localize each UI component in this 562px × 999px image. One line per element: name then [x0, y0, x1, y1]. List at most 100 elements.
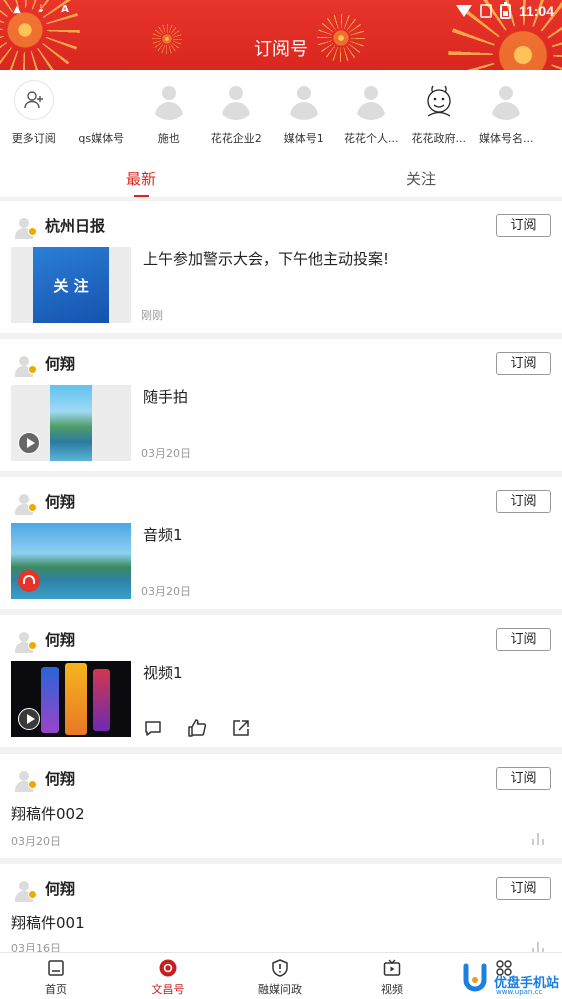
avatar: 大V [81, 80, 122, 120]
feed-card[interactable]: 何翔 订阅 翔稿件001 03月16日 [0, 864, 562, 955]
more-subscriptions-button[interactable]: 更多订阅 [0, 70, 68, 156]
subscribe-button[interactable]: 订阅 [496, 352, 551, 375]
audio-thumbnail[interactable] [11, 523, 131, 599]
subscription-item[interactable]: 花花政府... [405, 70, 473, 156]
phone-image [65, 663, 87, 735]
subscription-label: qs媒体号 [78, 132, 125, 145]
nav-label: 文昌号 [151, 983, 185, 996]
tab-following[interactable]: 关注 [406, 168, 436, 189]
sim-icon [479, 4, 492, 18]
article-title[interactable]: 翔稿件002 [11, 803, 85, 824]
watermark-logo-icon [458, 960, 492, 994]
watermark-url: www.upan.cc [496, 988, 543, 996]
nav-label: 首页 [45, 983, 67, 996]
watermark: 优盘手机站 www.upan.cc [458, 958, 562, 999]
thumbnail-caption: 关 注 [53, 276, 89, 295]
verified-badge-icon [28, 890, 37, 899]
verified-badge-icon [28, 227, 37, 236]
page-title: 订阅号 [254, 39, 308, 60]
source-name[interactable]: 何翔 [45, 491, 75, 512]
verified-badge-icon [28, 365, 37, 374]
feed-card[interactable]: 何翔 订阅 视频1 [0, 615, 562, 747]
a-notification-icon: A [61, 4, 69, 15]
comment-icon[interactable] [143, 718, 163, 738]
source-name[interactable]: 杭州日报 [45, 215, 105, 236]
feed-card[interactable]: 何翔 订阅 翔稿件002 03月20日 [0, 754, 562, 858]
subscribe-button[interactable]: 订阅 [496, 767, 551, 790]
source-name[interactable]: 何翔 [45, 353, 75, 374]
publish-time: 03月20日 [11, 835, 61, 848]
article-title[interactable]: 音频1 [143, 524, 183, 545]
play-icon [18, 432, 40, 454]
nav-label: 融媒问政 [258, 983, 302, 996]
nav-inquiry[interactable]: 融媒问政 [224, 953, 336, 999]
article-thumbnail[interactable]: 关 注 [11, 247, 131, 323]
subscription-label: 媒体号名... [479, 132, 534, 145]
status-time: 11:04 [518, 3, 554, 19]
subscribe-button[interactable]: 订阅 [496, 490, 551, 513]
verified-badge-icon [28, 503, 37, 512]
avatar-placeholder-icon [486, 80, 527, 120]
subscription-label: 花花政府... [411, 132, 467, 145]
avatar-placeholder-icon [148, 80, 189, 120]
status-bar: ▲ ⇣ A 11:04 [0, 0, 562, 24]
verified-badge-icon [28, 641, 37, 650]
play-icon [18, 708, 40, 730]
article-title[interactable]: 上午参加警示大会，下午他主动投案! [143, 248, 389, 269]
publish-time: 03月20日 [141, 585, 191, 598]
tv-icon [383, 959, 401, 977]
article-title[interactable]: 随手拍 [143, 386, 188, 407]
verified-badge-icon [28, 780, 37, 789]
warning-icon: ▲ [13, 4, 21, 15]
subscription-label: 更多订阅 [11, 132, 56, 145]
subscribe-button[interactable]: 订阅 [496, 877, 551, 900]
subscription-item[interactable]: 花花个人... [338, 70, 406, 156]
audio-wave-icon [532, 833, 544, 845]
avatar-placeholder-icon [216, 80, 257, 120]
subscription-label: 花花企业2 [210, 132, 262, 145]
source-name[interactable]: 何翔 [45, 878, 75, 899]
status-notifications: ▲ ⇣ A [10, 3, 72, 17]
big-v-badge: 大V [91, 94, 111, 107]
article-title[interactable]: 视频1 [143, 662, 183, 683]
subscription-item[interactable]: 媒体号1 [270, 70, 338, 156]
like-icon[interactable] [187, 718, 207, 738]
subscription-strip[interactable]: 更多订阅 大V qs媒体号 施也 花花企业2 媒体号1 花花个人... 花花政府… [0, 70, 562, 156]
video-thumbnail[interactable] [11, 385, 131, 461]
status-system: 11:04 [455, 1, 554, 19]
publish-time: 03月20日 [141, 447, 191, 460]
source-name[interactable]: 何翔 [45, 629, 75, 650]
feed-tabs: 最新 关注 [0, 156, 562, 198]
nav-wenchang[interactable]: 文昌号 [112, 953, 224, 999]
publish-time: 刚刚 [141, 309, 163, 322]
subscription-item[interactable]: 大V qs媒体号 [68, 70, 136, 156]
wenchang-icon [159, 959, 177, 977]
phone-image [93, 669, 110, 731]
video-thumbnail[interactable] [11, 661, 131, 737]
subscription-item[interactable]: 花花企业2 [203, 70, 271, 156]
add-person-icon [13, 80, 54, 120]
thumbnail-image: 关 注 [33, 247, 109, 323]
subscription-item[interactable]: 施也 [135, 70, 203, 156]
nav-video[interactable]: 视频 [336, 953, 448, 999]
cartoon-avatar-icon [418, 80, 459, 120]
header-bar: ▲ ⇣ A 11:04 订阅号 [0, 0, 562, 70]
phone-image [41, 667, 59, 733]
app-root: ▲ ⇣ A 11:04 订阅号 更多订阅 大V qs媒体号 施也 花花企业2 媒… [0, 0, 562, 999]
article-title[interactable]: 翔稿件001 [11, 912, 85, 933]
share-icon[interactable] [231, 718, 251, 738]
shield-icon [271, 959, 289, 977]
feed-card[interactable]: 何翔 订阅 随手拍 03月20日 [0, 339, 562, 471]
subscribe-button[interactable]: 订阅 [496, 214, 551, 237]
home-icon [47, 959, 65, 977]
source-name[interactable]: 何翔 [45, 768, 75, 789]
avatar-placeholder-icon [283, 80, 324, 120]
subscribe-button[interactable]: 订阅 [496, 628, 551, 651]
headphones-icon [18, 570, 40, 592]
subscription-label: 媒体号1 [283, 132, 324, 145]
feed-card[interactable]: 杭州日报 订阅 关 注 上午参加警示大会，下午他主动投案! 刚刚 [0, 201, 562, 333]
subscription-item[interactable]: 媒体号名... [473, 70, 541, 156]
feed-card[interactable]: 何翔 订阅 音频1 03月20日 [0, 477, 562, 609]
nav-home[interactable]: 首页 [0, 953, 112, 999]
tab-latest[interactable]: 最新 [126, 168, 156, 197]
